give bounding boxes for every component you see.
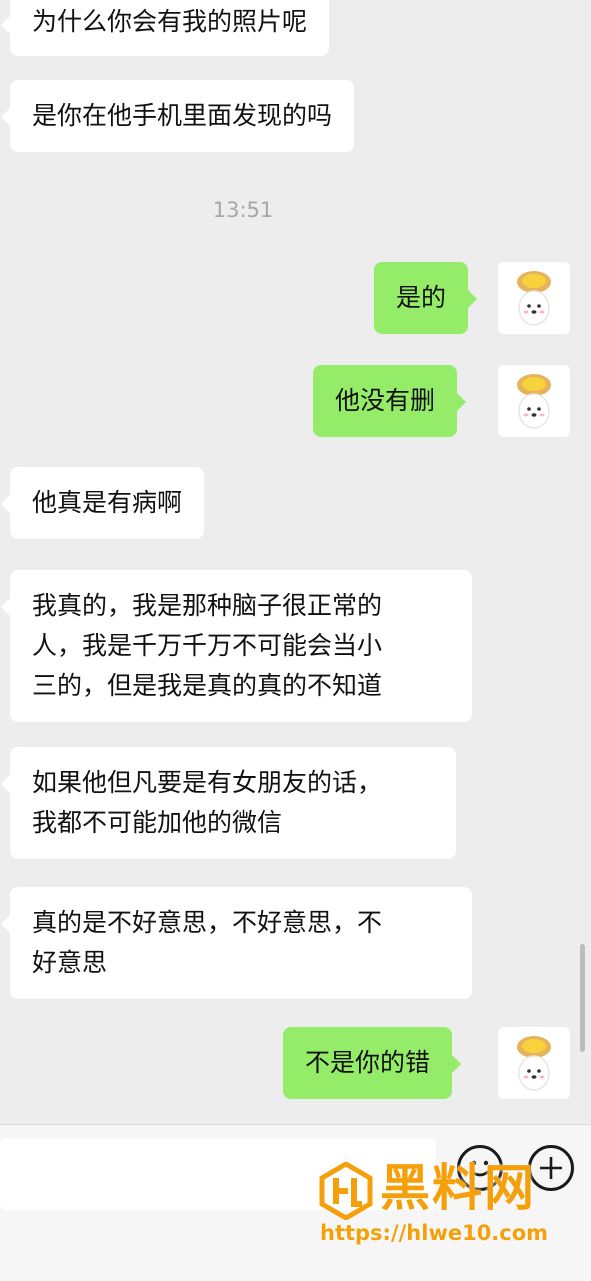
avatar[interactable] (498, 365, 570, 437)
message-bubble-outgoing[interactable]: 他没有删 (313, 365, 467, 437)
message-line: 三的，但是我是真的真的不知道 (32, 671, 383, 700)
egg-tart-puppy-avatar-icon (517, 271, 551, 326)
message-bubble-incoming[interactable]: 为什么你会有我的照片呢 (0, 0, 330, 56)
message-line: 好意思 (32, 948, 108, 977)
egg-tart-puppy-avatar-icon (517, 374, 551, 429)
watermark-brand: 黑料网 (380, 1159, 536, 1217)
avatar[interactable] (498, 1027, 570, 1099)
watermark: 黑料网 https://hlwe10.com (318, 1158, 586, 1250)
message-line: 如果他但凡要是有女朋友的话， (32, 768, 383, 797)
scrollbar[interactable] (580, 944, 585, 1052)
message-line: 真的是不好意思，不好意思，不 (32, 908, 383, 937)
message-line: 我真的，我是那种脑子很正常的 (32, 591, 383, 620)
message-bubble-outgoing[interactable]: 是的 (374, 262, 478, 334)
message-bubble-outgoing[interactable]: 不是你的错 (283, 1027, 462, 1099)
message-bubble-incoming[interactable]: 他真是有病啊 (0, 467, 205, 539)
avatar[interactable] (498, 262, 570, 334)
watermark-logo-icon (319, 1162, 373, 1220)
chat-timestamp: 13:51 (212, 198, 274, 222)
message-bubble-incoming[interactable]: 如果他但凡要是有女朋友的话， 我都不可能加他的微信 (1, 747, 456, 859)
message-line: 人，我是千万千万不可能会当小 (32, 631, 383, 660)
message-bubble-incoming[interactable]: 是你在他手机里面发现的吗 (0, 80, 355, 152)
watermark-url: https://hlwe10.com (320, 1221, 549, 1245)
message-bubble-incoming[interactable]: 真的是不好意思，不好意思，不 好意思 (1, 887, 472, 999)
message-bubble-incoming[interactable]: 我真的，我是那种脑子很正常的 人，我是千万千万不可能会当小 三的，但是我是真的真… (1, 570, 472, 722)
egg-tart-puppy-avatar-icon (517, 1036, 551, 1091)
message-line: 我都不可能加他的微信 (32, 808, 283, 837)
